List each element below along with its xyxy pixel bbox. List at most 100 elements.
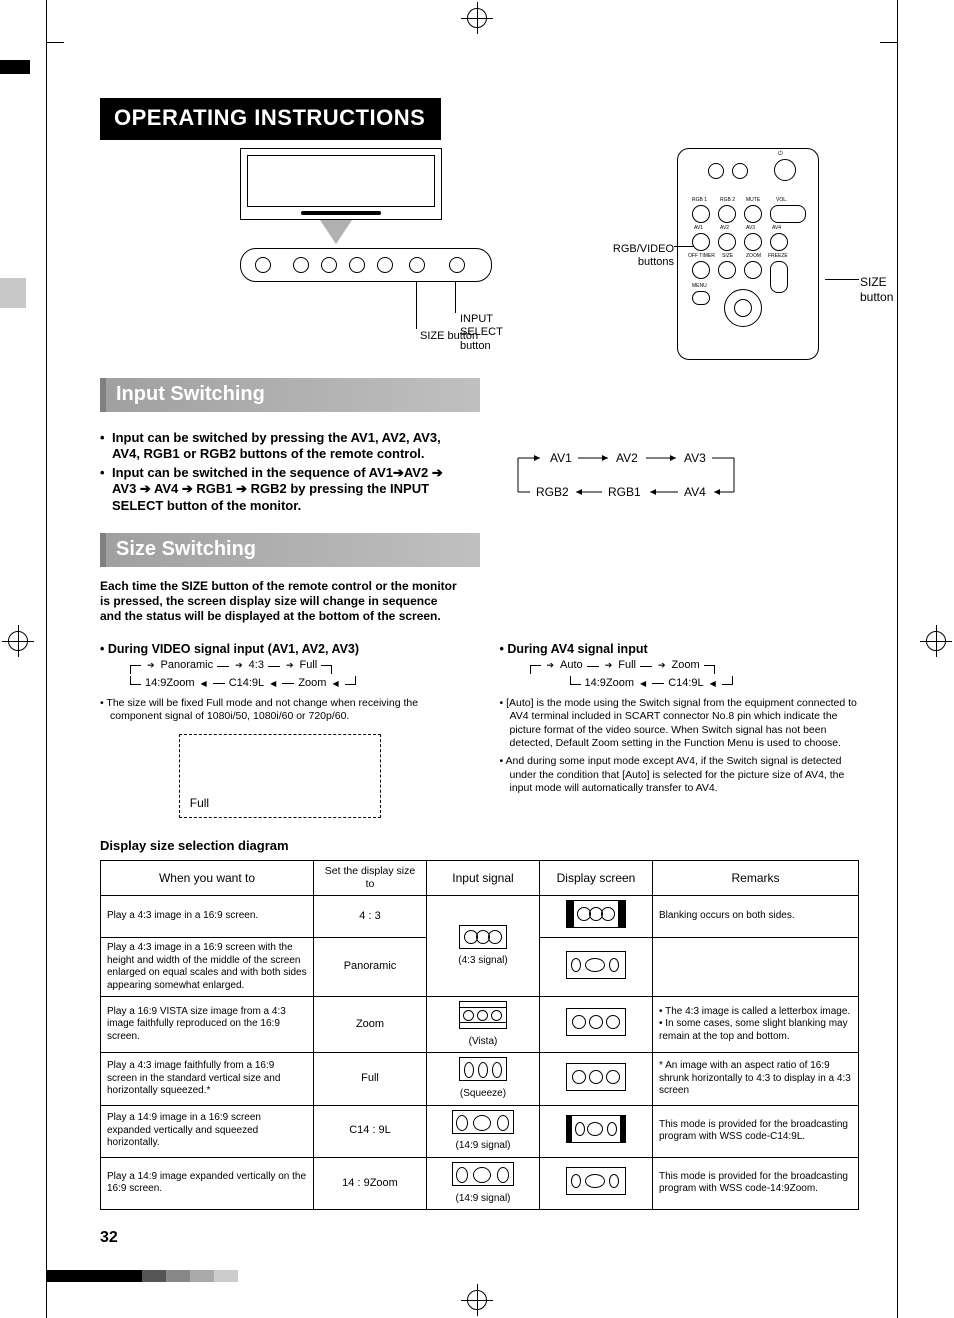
cell-display bbox=[540, 997, 653, 1053]
cell-input-149a: (14:9 signal) bbox=[427, 1105, 540, 1157]
sequence-loop-icon: AV1 AV2 AV3 AV4 RGB1 RGB2 bbox=[500, 448, 760, 504]
status-display-label: Full bbox=[190, 796, 209, 811]
cell-remarks: • The 4:3 image is called a letterbox im… bbox=[653, 997, 859, 1053]
display-screen-icon bbox=[566, 951, 626, 979]
page-content: OPERATING INSTRUCTIONS INPUT SELECT butt… bbox=[100, 98, 859, 1228]
th-set: Set the display size to bbox=[314, 861, 427, 896]
tiny-label: AV4 bbox=[772, 225, 781, 231]
input-switching-sequence: AV1 AV2 AV3 AV4 RGB1 RGB2 bbox=[500, 422, 860, 517]
av4-signal-sequence: Auto Full Zoom 14:9Zoom C14:9L bbox=[500, 657, 860, 692]
cell-input-149b: (14:9 signal) bbox=[427, 1157, 540, 1209]
tiny-label: VOL. bbox=[776, 197, 787, 203]
tiny-label: ⏻ bbox=[778, 151, 783, 159]
table-row: Play a 16:9 VISTA size image from a 4:3 … bbox=[101, 997, 859, 1053]
crop-mark-right bbox=[920, 625, 952, 657]
subheading-av4-signal: • During AV4 signal input bbox=[500, 642, 860, 658]
video-signal-note: The size will be fixed Full mode and not… bbox=[100, 697, 460, 724]
cell-set: Full bbox=[314, 1053, 427, 1105]
th-when: When you want to bbox=[101, 861, 314, 896]
cell-when: Play a 4:3 image in a 16:9 screen with t… bbox=[101, 938, 314, 997]
footer-color-blocks bbox=[46, 1270, 238, 1282]
cell-remarks: This mode is provided for the broadcasti… bbox=[653, 1157, 859, 1209]
frame-line bbox=[46, 0, 47, 1318]
edge-marker-gray bbox=[0, 278, 26, 308]
frame-line bbox=[897, 0, 898, 1318]
remote-control-icon: ⏻ RGB 1 RGB 2 MUTE VOL. AV1 AV2 AV3 AV4 … bbox=[677, 148, 819, 360]
cell-input-vista: (Vista) bbox=[427, 997, 540, 1053]
display-screen-icon bbox=[566, 900, 626, 928]
display-screen-icon bbox=[566, 1063, 626, 1091]
label-rgb-video-buttons: RGB/VIDEO buttons bbox=[613, 243, 674, 269]
size-switching-intro: Each time the SIZE button of the remote … bbox=[100, 579, 460, 624]
cell-when: Play a 14:9 image in a 16:9 screen expan… bbox=[101, 1105, 314, 1157]
cell-when: Play a 4:3 image in a 16:9 screen. bbox=[101, 896, 314, 938]
av4-note-1: [Auto] is the mode using the Switch sign… bbox=[500, 697, 860, 752]
section-heading-input-switching: Input Switching bbox=[100, 378, 480, 412]
crop-mark-bottom bbox=[461, 1284, 493, 1316]
input-signal-icon bbox=[459, 1001, 507, 1029]
label-size-button-panel: SIZE button bbox=[420, 330, 478, 344]
svg-text:RGB1: RGB1 bbox=[608, 485, 641, 499]
display-screen-icon bbox=[566, 1008, 626, 1036]
crop-mark-top bbox=[461, 2, 493, 34]
bullet: Input can be switched by pressing the AV… bbox=[100, 430, 460, 463]
cell-input-squeeze: (Squeeze) bbox=[427, 1053, 540, 1105]
svg-text:AV1: AV1 bbox=[550, 451, 572, 465]
signal-label: (Squeeze) bbox=[433, 1088, 533, 1101]
input-signal-icon bbox=[452, 1110, 514, 1134]
page-title: OPERATING INSTRUCTIONS bbox=[100, 98, 441, 140]
input-signal-icon bbox=[459, 925, 507, 949]
cell-display bbox=[540, 938, 653, 997]
cell-display bbox=[540, 1053, 653, 1105]
front-panel-icon bbox=[240, 248, 492, 282]
tiny-label: MUTE bbox=[746, 197, 760, 203]
table-title: Display size selection diagram bbox=[100, 838, 859, 854]
tiny-label: ZOOM bbox=[746, 253, 761, 259]
cell-when: Play a 16:9 VISTA size image from a 4:3 … bbox=[101, 997, 314, 1053]
tiny-label: FREEZE bbox=[768, 253, 788, 259]
cell-remarks: * An image with an aspect ratio of 16:9 … bbox=[653, 1053, 859, 1105]
bullet: Input can be switched in the sequence of… bbox=[100, 465, 460, 514]
th-display: Display screen bbox=[540, 861, 653, 896]
table-row: Play a 4:3 image faithfully from a 16:9 … bbox=[101, 1053, 859, 1105]
signal-label: (4:3 signal) bbox=[433, 955, 533, 968]
th-input: Input signal bbox=[427, 861, 540, 896]
label-size-button-remote: SIZE button bbox=[860, 275, 893, 305]
cell-display bbox=[540, 896, 653, 938]
input-switching-text: Input can be switched by pressing the AV… bbox=[100, 422, 460, 517]
cell-set: C14 : 9L bbox=[314, 1105, 427, 1157]
tiny-label: AV2 bbox=[720, 225, 729, 231]
tiny-label: AV3 bbox=[746, 225, 755, 231]
subheading-video-signal: • During VIDEO signal input (AV1, AV2, A… bbox=[100, 642, 460, 658]
cell-set: Panoramic bbox=[314, 938, 427, 997]
page-number: 32 bbox=[100, 1228, 118, 1248]
edge-marker-black bbox=[0, 60, 30, 74]
tiny-label: SIZE bbox=[722, 253, 733, 259]
svg-text:AV2: AV2 bbox=[616, 451, 638, 465]
av4-note-2: And during some input mode except AV4, i… bbox=[500, 755, 860, 796]
frame-line bbox=[880, 42, 898, 43]
section-heading-size-switching: Size Switching bbox=[100, 533, 480, 567]
signal-label: (Vista) bbox=[433, 1036, 533, 1049]
monitor-icon bbox=[240, 148, 442, 220]
input-signal-icon bbox=[459, 1057, 507, 1081]
cell-input-43: (4:3 signal) bbox=[427, 896, 540, 997]
table-row: Play a 4:3 image in a 16:9 screen. 4 : 3… bbox=[101, 896, 859, 938]
cell-set: 4 : 3 bbox=[314, 896, 427, 938]
cell-remarks bbox=[653, 938, 859, 997]
cell-when: Play a 14:9 image expanded vertically on… bbox=[101, 1157, 314, 1209]
monitor-figure: INPUT SELECT button SIZE button bbox=[180, 148, 500, 358]
display-size-table: When you want to Set the display size to… bbox=[100, 860, 859, 1210]
tiny-label: RGB 2 bbox=[720, 197, 735, 203]
cell-remarks: Blanking occurs on both sides. bbox=[653, 896, 859, 938]
cell-set: Zoom bbox=[314, 997, 427, 1053]
status-display-example: Full bbox=[179, 734, 381, 818]
cell-display bbox=[540, 1105, 653, 1157]
cell-remarks: This mode is provided for the broadcasti… bbox=[653, 1105, 859, 1157]
tiny-label: MENU bbox=[692, 283, 707, 289]
display-screen-icon bbox=[566, 1167, 626, 1195]
input-signal-icon bbox=[452, 1162, 514, 1186]
table-row: Play a 14:9 image expanded vertically on… bbox=[101, 1157, 859, 1209]
table-row: Play a 14:9 image in a 16:9 screen expan… bbox=[101, 1105, 859, 1157]
crop-mark-left bbox=[2, 625, 34, 657]
